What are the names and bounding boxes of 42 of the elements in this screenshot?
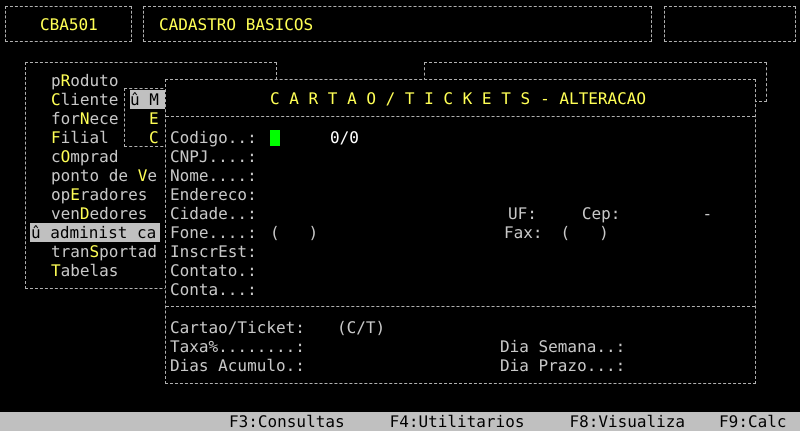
function-key[interactable]: F3:Consultas — [229, 412, 345, 431]
menu-item[interactable]: pRoduto — [51, 71, 118, 90]
field-label: CNPJ....: — [170, 147, 258, 166]
field-label: Dias Acumulo.: — [170, 356, 305, 375]
menu-item[interactable]: venDedores — [51, 204, 148, 223]
field-label: Fone....: — [170, 223, 258, 242]
program-code: CBA501 — [40, 14, 98, 34]
field-label: Nome....: — [170, 166, 258, 185]
field-label: Endereco: — [170, 185, 258, 204]
field-label: Contato.: — [170, 261, 258, 280]
field-label: Cartao/Ticket: — [170, 318, 305, 337]
menu-item[interactable]: û administ ca — [30, 223, 160, 242]
menu-item[interactable]: Cliente — [51, 90, 118, 109]
function-key[interactable]: F8:Visualiza — [569, 412, 686, 431]
menu-item[interactable]: opE radores — [51, 185, 148, 204]
field-label: InscrEst: — [170, 242, 258, 261]
field-value[interactable]: ( ) — [560, 223, 609, 242]
field-label: Fax: — [504, 223, 543, 242]
field-value[interactable]: ( ) — [270, 223, 504, 242]
field-label: Dia Prazo...: — [500, 356, 626, 375]
menu-item[interactable]: tranSportad — [51, 242, 157, 261]
menu-item[interactable]: ponto de Ve — [51, 166, 157, 185]
field-label: Dia Semana..: — [500, 337, 626, 356]
menu-item[interactable]: Filial — [51, 128, 109, 147]
form-title: C A R T A O / T I C K E T S — [270, 88, 530, 108]
form-mode: - ALTERACAO — [540, 88, 646, 108]
field-label: Cidade..: — [170, 204, 258, 223]
field-value[interactable]: 0/0 — [330, 128, 359, 147]
field-label: Conta...: — [170, 280, 258, 299]
field-value[interactable]: (C/T) — [337, 318, 386, 337]
menu-item[interactable]: cOmprad — [51, 147, 118, 166]
field-label: UF: — [508, 204, 537, 223]
field-label: Taxa%........: — [170, 337, 305, 356]
screen-title: CADASTRO BASICOS — [159, 14, 314, 34]
field-label: Codigo..: — [170, 128, 258, 147]
menu-item[interactable]: Tabelas — [51, 261, 118, 280]
submenu-item[interactable]: û M — [130, 90, 165, 109]
function-key[interactable]: F4:Utilitarios — [390, 412, 524, 431]
field-value[interactable]: - — [702, 204, 712, 223]
function-key[interactable]: F9:Calc — [719, 412, 786, 431]
field-label: Cep: — [582, 204, 620, 223]
menu-item[interactable]: forNece — [51, 109, 118, 128]
